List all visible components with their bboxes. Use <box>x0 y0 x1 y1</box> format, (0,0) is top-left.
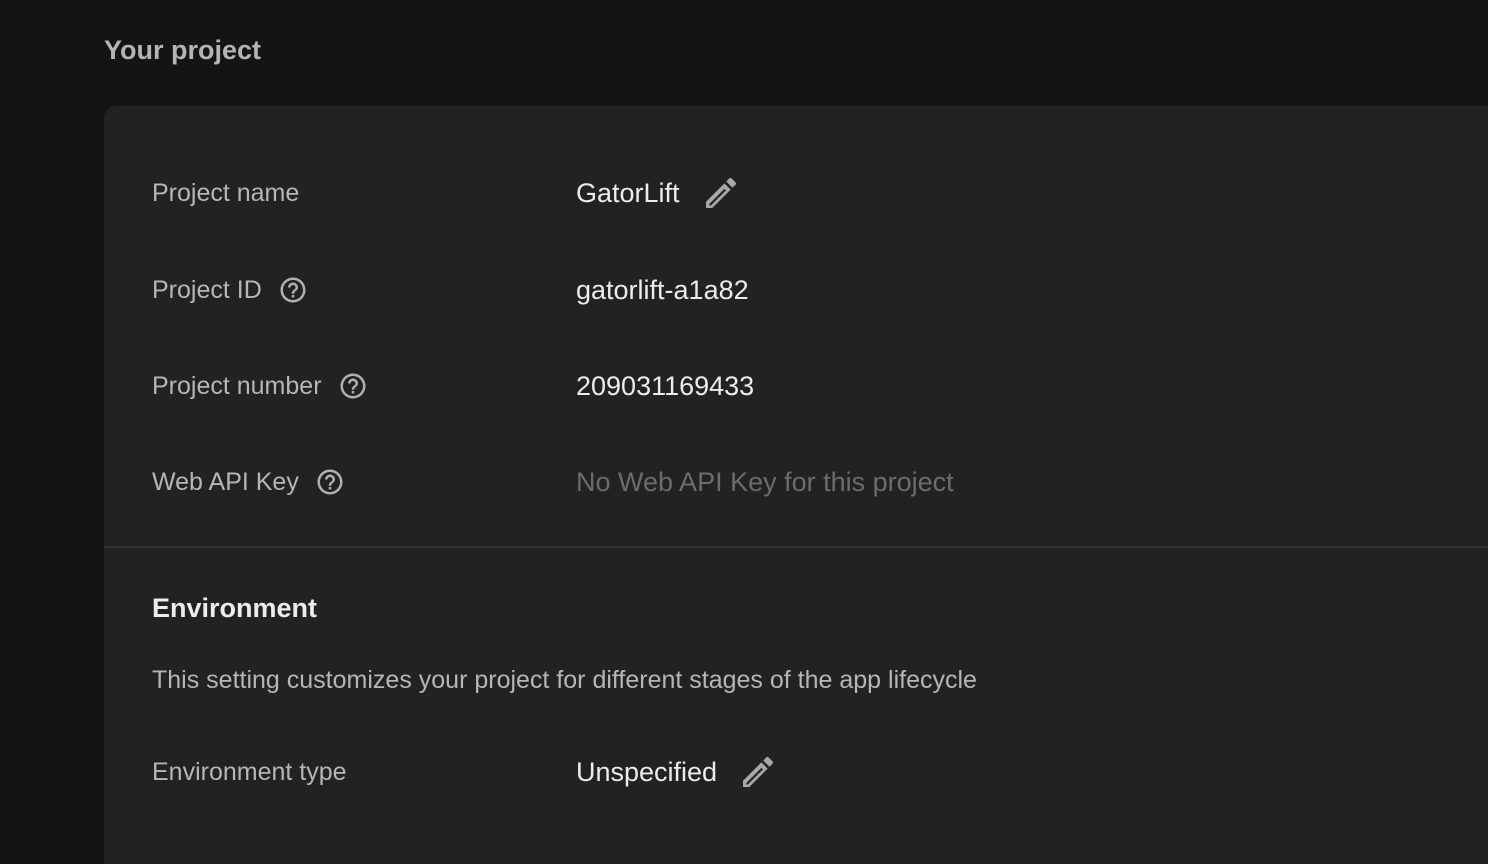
environment-section-title: Environment <box>152 593 318 623</box>
project-id-value: gatorlift-a1a82 <box>576 274 749 305</box>
project-id-label-text: Project ID <box>152 275 262 304</box>
project-name-label-text: Project name <box>152 178 300 207</box>
project-name-value: GatorLift <box>576 177 680 208</box>
environment-type-label-text: Environment type <box>152 757 347 786</box>
project-id-row: Project ID gatorlift-a1a82 <box>152 270 1452 310</box>
project-number-help-button[interactable] <box>338 371 368 401</box>
web-api-key-label: Web API Key <box>152 467 576 497</box>
project-number-value: 209031169433 <box>576 370 755 401</box>
edit-environment-type-button[interactable] <box>737 751 779 793</box>
help-circle-icon <box>280 277 306 303</box>
project-number-label: Project number <box>152 371 576 401</box>
environment-type-value: Unspecified <box>576 756 718 787</box>
project-card: Project name GatorLift Project ID gatorl… <box>104 106 1488 864</box>
project-number-label-text: Project number <box>152 371 322 400</box>
web-api-key-row: Web API Key No Web API Key for this proj… <box>152 462 1452 502</box>
edit-project-name-button[interactable] <box>700 172 742 214</box>
web-api-key-label-text: Web API Key <box>152 467 299 496</box>
project-name-value-group: GatorLift <box>576 172 742 214</box>
project-id-help-button[interactable] <box>278 275 308 305</box>
help-circle-icon <box>317 469 343 495</box>
section-divider <box>104 546 1488 548</box>
web-api-key-help-button[interactable] <box>315 467 345 497</box>
environment-type-row: Environment type Unspecified <box>152 752 1452 792</box>
project-settings-page: Your project Project name GatorLift Proj… <box>0 0 1488 864</box>
project-name-row: Project name GatorLift <box>152 173 1452 213</box>
project-number-value-group: 209031169433 <box>576 371 754 402</box>
help-circle-icon <box>340 373 366 399</box>
environment-description: This setting customizes your project for… <box>152 666 977 694</box>
web-api-key-value: No Web API Key for this project <box>576 466 954 497</box>
project-id-label: Project ID <box>152 275 576 305</box>
web-api-key-value-group: No Web API Key for this project <box>576 467 954 498</box>
project-id-value-group: gatorlift-a1a82 <box>576 275 749 306</box>
pencil-icon <box>705 177 736 208</box>
page-title: Your project <box>104 35 262 65</box>
environment-type-label: Environment type <box>152 758 576 787</box>
environment-type-value-group: Unspecified <box>576 751 779 793</box>
project-name-label: Project name <box>152 179 576 208</box>
project-number-row: Project number 209031169433 <box>152 366 1452 406</box>
pencil-icon <box>743 756 774 787</box>
